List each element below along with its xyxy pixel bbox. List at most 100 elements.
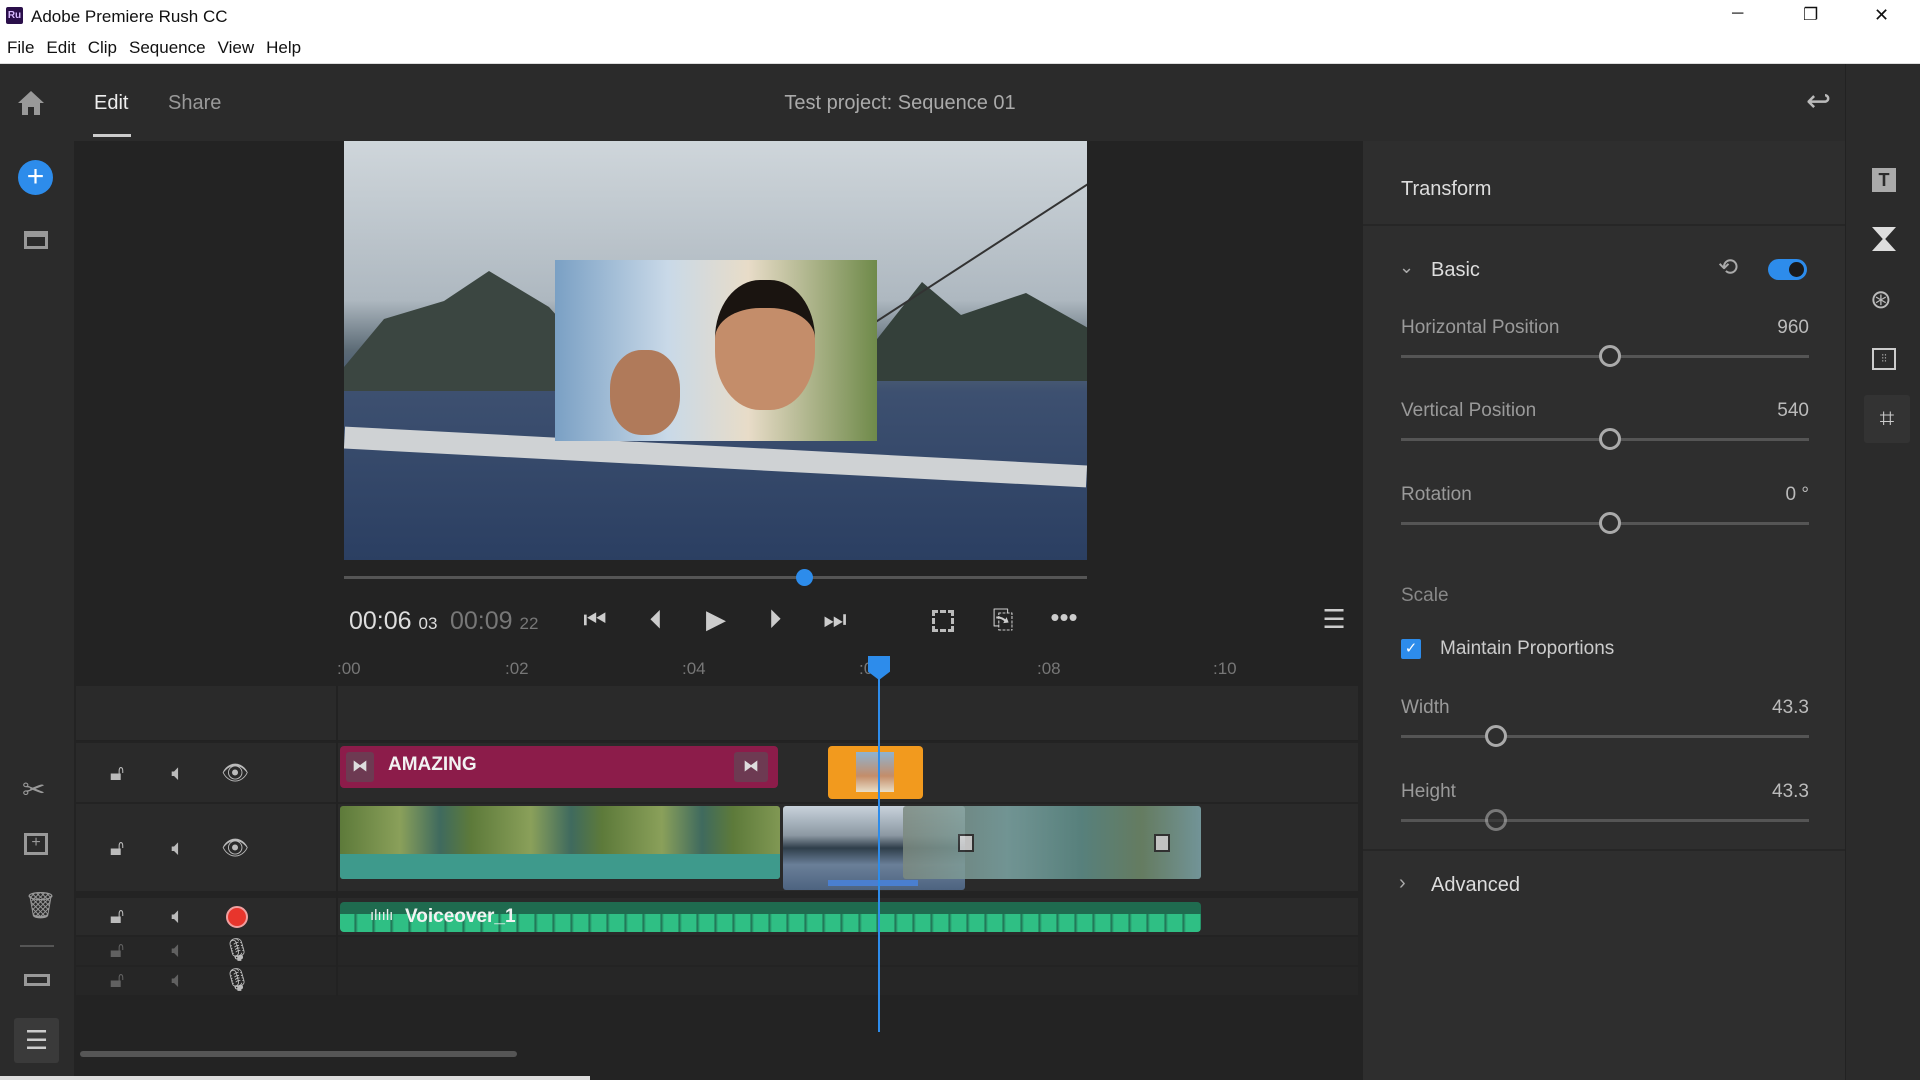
width-value[interactable]: 43.3 bbox=[1709, 697, 1809, 719]
record-button[interactable] bbox=[226, 906, 248, 928]
horizontal-position-knob[interactable] bbox=[1599, 345, 1621, 367]
speaker-icon[interactable]: 🔈︎ bbox=[163, 760, 193, 786]
titles-icon[interactable]: T bbox=[1872, 168, 1896, 192]
duplicate-icon[interactable]: + bbox=[24, 833, 48, 855]
minimize-button[interactable]: ─ bbox=[1732, 5, 1743, 23]
tab-share[interactable]: Share bbox=[168, 92, 221, 115]
video-clip-1[interactable] bbox=[340, 806, 780, 879]
height-slider[interactable] bbox=[1401, 819, 1809, 822]
right-icon-bar: T ⊛ ⫶⫶ ⌗ bbox=[1845, 64, 1920, 1080]
menu-sequence[interactable]: Sequence bbox=[122, 32, 211, 58]
basic-toggle[interactable] bbox=[1768, 259, 1807, 280]
timeline-scrollbar[interactable] bbox=[80, 1051, 517, 1057]
track-row-empty bbox=[76, 686, 1358, 741]
video-preview[interactable] bbox=[344, 141, 1087, 560]
track-row-audio-2 bbox=[76, 937, 1358, 965]
ruler-label: :10 bbox=[1213, 659, 1237, 678]
audio-clip[interactable]: ılıılı Voiceover_1 bbox=[340, 902, 1201, 932]
share-export-icon[interactable]: ⎘ bbox=[983, 604, 1023, 636]
divider bbox=[1363, 224, 1845, 226]
eye-icon[interactable]: 👁︎ bbox=[220, 835, 250, 861]
transition-icon[interactable] bbox=[1154, 834, 1170, 852]
duration-time: 00:09 bbox=[450, 607, 513, 635]
menu-file[interactable]: File bbox=[0, 32, 39, 58]
maintain-proportions-label[interactable]: Maintain Proportions bbox=[1440, 638, 1614, 660]
horizontal-position-value[interactable]: 960 bbox=[1709, 317, 1809, 339]
height-label: Height bbox=[1401, 781, 1456, 802]
transition-icon[interactable] bbox=[958, 834, 974, 852]
height-value[interactable]: 43.3 bbox=[1709, 781, 1809, 803]
color-icon[interactable]: ⊛ bbox=[1870, 284, 1892, 315]
height-knob[interactable] bbox=[1485, 809, 1507, 831]
microphone-icon[interactable]: 🎙︎ bbox=[222, 967, 252, 993]
advanced-section-title[interactable]: Advanced bbox=[1431, 874, 1520, 897]
video-clip-3[interactable] bbox=[903, 806, 1201, 879]
eye-icon[interactable]: 👁︎ bbox=[220, 760, 250, 786]
width-knob[interactable] bbox=[1485, 725, 1507, 747]
fit-frame-icon[interactable] bbox=[932, 610, 954, 632]
playhead-line[interactable] bbox=[878, 672, 880, 1032]
lock-icon[interactable]: 🔓︎ bbox=[102, 937, 132, 963]
vertical-position-knob[interactable] bbox=[1599, 428, 1621, 450]
restore-button[interactable]: ❐ bbox=[1803, 5, 1818, 25]
crop-transform-icon[interactable]: ⌗ bbox=[1864, 395, 1910, 443]
menu-view[interactable]: View bbox=[211, 32, 260, 58]
width-label: Width bbox=[1401, 697, 1450, 718]
timeline-menu-icon[interactable]: ☰ bbox=[1314, 604, 1354, 635]
track-toggle-icon[interactable] bbox=[24, 974, 50, 986]
menu-edit[interactable]: Edit bbox=[39, 32, 80, 58]
chevron-down-icon[interactable]: ⌄ bbox=[1399, 257, 1414, 278]
timeline-list-icon[interactable]: ☰ bbox=[14, 1018, 59, 1063]
scissors-icon[interactable]: ✂ bbox=[22, 773, 45, 806]
undo-icon[interactable]: ↩ bbox=[1806, 84, 1831, 119]
lock-icon[interactable]: 🔓︎ bbox=[102, 835, 132, 861]
track-row-audio-3 bbox=[76, 967, 1358, 995]
scrubber-track[interactable] bbox=[344, 576, 1087, 579]
overlay-clip[interactable] bbox=[828, 746, 923, 799]
vertical-position-value[interactable]: 540 bbox=[1709, 400, 1809, 422]
transitions-icon[interactable] bbox=[1872, 227, 1896, 251]
chevron-right-icon[interactable]: › bbox=[1399, 872, 1406, 895]
panel-title: Transform bbox=[1401, 178, 1492, 200]
basic-section-title[interactable]: Basic bbox=[1431, 259, 1480, 282]
maintain-proportions-checkbox[interactable]: ✓ bbox=[1401, 639, 1421, 659]
speaker-icon[interactable]: 🔈︎ bbox=[163, 967, 193, 993]
close-button[interactable]: ✕ bbox=[1874, 5, 1889, 26]
lock-icon[interactable]: 🔓︎ bbox=[102, 760, 132, 786]
more-options-icon[interactable]: ••• bbox=[1044, 602, 1084, 633]
reset-icon[interactable]: ⟲ bbox=[1718, 253, 1738, 282]
scrubber-handle[interactable] bbox=[796, 569, 813, 586]
tab-edit[interactable]: Edit bbox=[94, 92, 128, 115]
go-to-end-icon[interactable]: ⏭ bbox=[815, 604, 855, 636]
mountain-right bbox=[844, 282, 1087, 381]
step-forward-icon[interactable]: ⏵ bbox=[755, 604, 795, 636]
project-panel-icon[interactable] bbox=[24, 231, 48, 249]
current-frames: 03 bbox=[418, 614, 438, 633]
title-clip[interactable]: ⧓ AMAZING ⧓ bbox=[340, 746, 778, 788]
width-slider[interactable] bbox=[1401, 735, 1809, 738]
speaker-icon[interactable]: 🔈︎ bbox=[163, 903, 193, 929]
transition-icon[interactable]: ⧓ bbox=[346, 752, 374, 782]
step-back-icon[interactable]: ⏴ bbox=[636, 604, 676, 636]
play-icon[interactable]: ▶ bbox=[696, 604, 736, 635]
project-title: Test project: Sequence 01 bbox=[784, 92, 1016, 114]
transition-icon[interactable]: ⧓ bbox=[734, 752, 768, 782]
home-icon[interactable] bbox=[17, 90, 45, 116]
menu-help[interactable]: Help bbox=[259, 32, 306, 58]
add-media-button[interactable]: + bbox=[18, 160, 53, 195]
speaker-icon[interactable]: 🔈︎ bbox=[163, 835, 193, 861]
rotation-value[interactable]: 0 ° bbox=[1709, 484, 1809, 506]
lock-icon[interactable]: 🔓︎ bbox=[102, 967, 132, 993]
delete-icon[interactable]: 🗑 bbox=[24, 890, 57, 921]
divider bbox=[20, 945, 54, 947]
top-toolbar: Edit Share Test project: Sequence 01 ↩ •… bbox=[0, 64, 1920, 141]
audio-icon[interactable]: ⫶⫶ bbox=[1872, 348, 1896, 370]
rotation-knob[interactable] bbox=[1599, 512, 1621, 534]
overlay-photo[interactable] bbox=[555, 260, 877, 441]
microphone-icon[interactable]: 🎙︎ bbox=[222, 937, 252, 963]
speaker-icon[interactable]: 🔈︎ bbox=[163, 937, 193, 963]
menu-clip[interactable]: Clip bbox=[81, 32, 122, 58]
menu-bar: File Edit Clip Sequence View Help bbox=[0, 32, 1920, 64]
go-to-start-icon[interactable]: ⏮ bbox=[575, 604, 615, 636]
lock-icon[interactable]: 🔓︎ bbox=[102, 903, 132, 929]
